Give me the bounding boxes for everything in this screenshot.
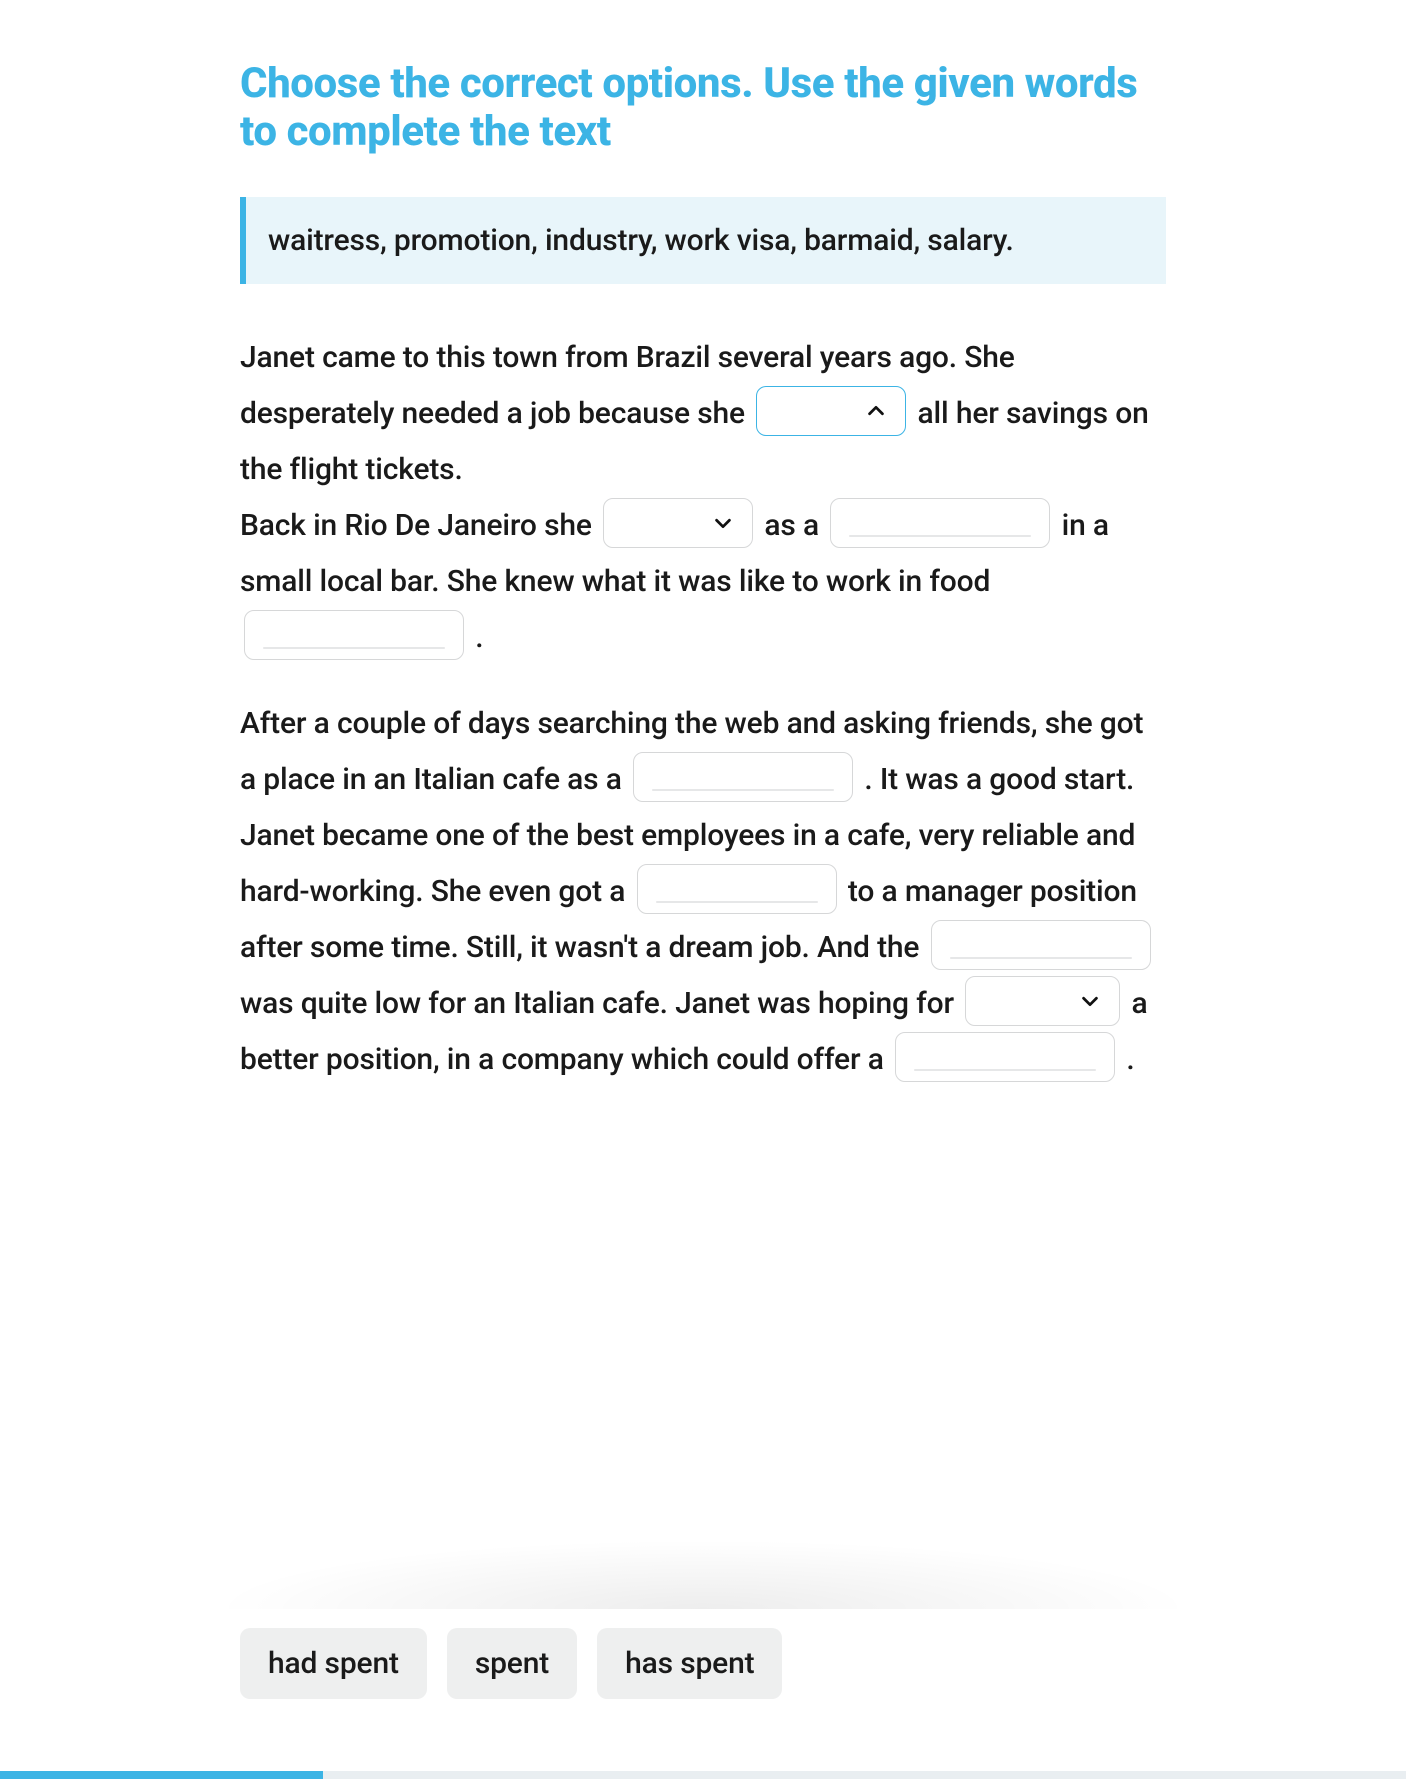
gap-5-input[interactable] [633,752,853,802]
text-segment: . [1126,1042,1134,1077]
answer-tray-shadow [210,1539,1196,1609]
chevron-down-icon [1079,990,1101,1012]
option-chip[interactable]: had spent [240,1628,427,1699]
chevron-down-icon [712,512,734,534]
gap-4-input[interactable] [244,610,464,660]
option-chip[interactable]: has spent [597,1628,782,1699]
gap-1-select[interactable] [756,386,906,436]
text-segment: . [475,620,483,655]
gap-6-input[interactable] [637,864,837,914]
word-bank: waitress, promotion, industry, work visa… [240,197,1166,284]
exercise-text: Janet came to this town from Brazil seve… [240,330,1166,1088]
chevron-up-icon [865,400,887,422]
progress-bar [0,1771,1406,1779]
answer-options: had spent spent has spent [240,1628,782,1699]
exercise-title: Choose the correct options. Use the give… [240,60,1166,157]
gap-7-input[interactable] [931,920,1151,970]
text-segment: Back in Rio De Janeiro she [240,508,599,543]
text-segment: as a [764,508,826,543]
progress-bar-fill [0,1771,323,1779]
option-chip[interactable]: spent [447,1628,577,1699]
gap-2-select[interactable] [603,498,753,548]
text-segment: was quite low for an Italian cafe. Janet… [240,986,961,1021]
gap-3-input[interactable] [830,498,1050,548]
gap-8-select[interactable] [965,976,1120,1026]
gap-9-input[interactable] [895,1032,1115,1082]
